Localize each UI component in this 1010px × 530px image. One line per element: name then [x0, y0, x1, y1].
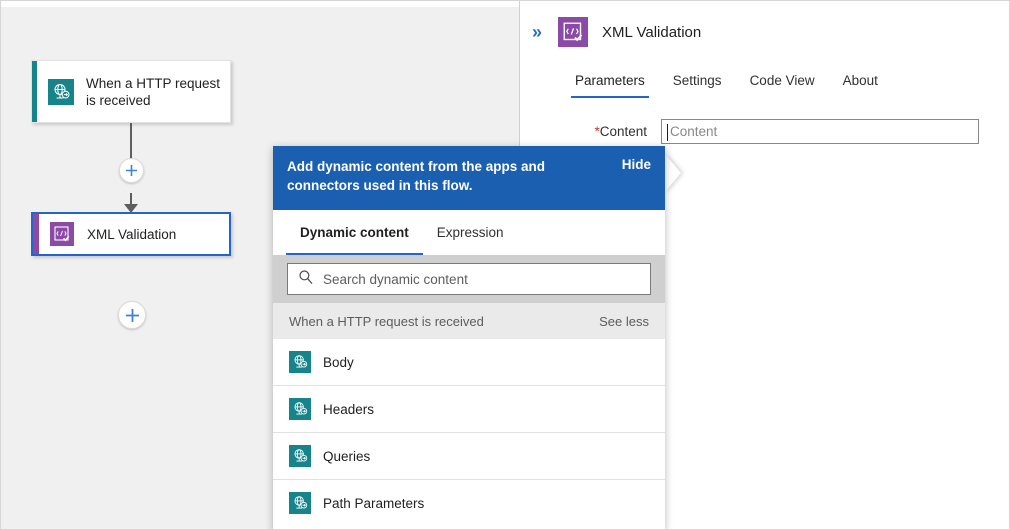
- list-item-label: Body: [323, 355, 354, 370]
- flow-card-trigger[interactable]: When a HTTP request is received: [31, 60, 231, 123]
- xml-validation-icon: [49, 221, 75, 247]
- plus-icon: [125, 308, 140, 323]
- list-item[interactable]: Queries: [273, 433, 665, 480]
- dynamic-content-header-text: Add dynamic content from the apps and co…: [287, 157, 565, 195]
- tab-expression[interactable]: Expression: [423, 211, 518, 255]
- tab-code-view[interactable]: Code View: [736, 69, 829, 98]
- chevron-double-right-icon[interactable]: »: [532, 23, 540, 41]
- see-less-toggle[interactable]: See less: [599, 314, 649, 329]
- dynamic-content-group-title: When a HTTP request is received: [289, 314, 484, 329]
- http-request-icon: [48, 79, 74, 105]
- content-field-row: *Content Content: [521, 119, 1010, 144]
- dynamic-content-tabs: Dynamic content Expression: [273, 210, 665, 255]
- tab-about[interactable]: About: [829, 69, 892, 98]
- flow-card-trigger-title: When a HTTP request is received: [86, 75, 230, 109]
- list-item[interactable]: Headers: [273, 386, 665, 433]
- content-input[interactable]: Content: [661, 119, 979, 144]
- card-accent-bar: [32, 61, 37, 122]
- search-icon: [298, 269, 314, 290]
- dynamic-content-flyout: Add dynamic content from the apps and co…: [273, 146, 665, 530]
- flow-card-xml-validation-title: XML Validation: [87, 226, 184, 243]
- tab-parameters[interactable]: Parameters: [561, 69, 659, 98]
- list-item[interactable]: Path Parameters: [273, 480, 665, 526]
- content-field-label-text: Content: [600, 124, 647, 139]
- list-item-label: Headers: [323, 402, 374, 417]
- list-item-label: Path Parameters: [323, 496, 424, 511]
- page-title: XML Validation: [602, 24, 701, 41]
- card-accent-bar: [33, 214, 39, 254]
- http-request-icon: [289, 398, 311, 420]
- content-field-label: *Content: [521, 119, 661, 139]
- dynamic-content-header: Add dynamic content from the apps and co…: [273, 146, 665, 210]
- content-input-placeholder: Content: [670, 124, 717, 139]
- tab-dynamic-content[interactable]: Dynamic content: [286, 211, 423, 255]
- http-request-icon: [289, 351, 311, 373]
- http-request-icon: [289, 492, 311, 514]
- connector-line-top: [130, 123, 132, 159]
- properties-panel-tabs: Parameters Settings Code View About: [561, 69, 892, 98]
- text-caret: [667, 124, 668, 141]
- dynamic-content-list: Body: [273, 339, 665, 526]
- flyout-pointer: [665, 154, 681, 192]
- plus-icon: [125, 164, 138, 177]
- list-item[interactable]: Body: [273, 339, 665, 386]
- flow-card-xml-validation[interactable]: XML Validation: [31, 212, 231, 256]
- dynamic-content-search-area: Search dynamic content: [273, 255, 665, 303]
- search-input-placeholder: Search dynamic content: [323, 272, 468, 287]
- add-step-bottom-button[interactable]: [118, 301, 146, 329]
- hide-button[interactable]: Hide: [622, 157, 651, 172]
- properties-panel-header: » XML Validation: [521, 1, 1010, 63]
- xml-validation-icon: [558, 17, 588, 47]
- add-step-between-button[interactable]: [119, 158, 144, 183]
- tab-settings[interactable]: Settings: [659, 69, 736, 98]
- app-root: When a HTTP request is received: [0, 0, 1010, 530]
- list-item-label: Queries: [323, 449, 370, 464]
- dynamic-content-group-header[interactable]: When a HTTP request is received See less: [273, 303, 665, 339]
- search-input[interactable]: Search dynamic content: [287, 263, 651, 295]
- http-request-icon: [289, 445, 311, 467]
